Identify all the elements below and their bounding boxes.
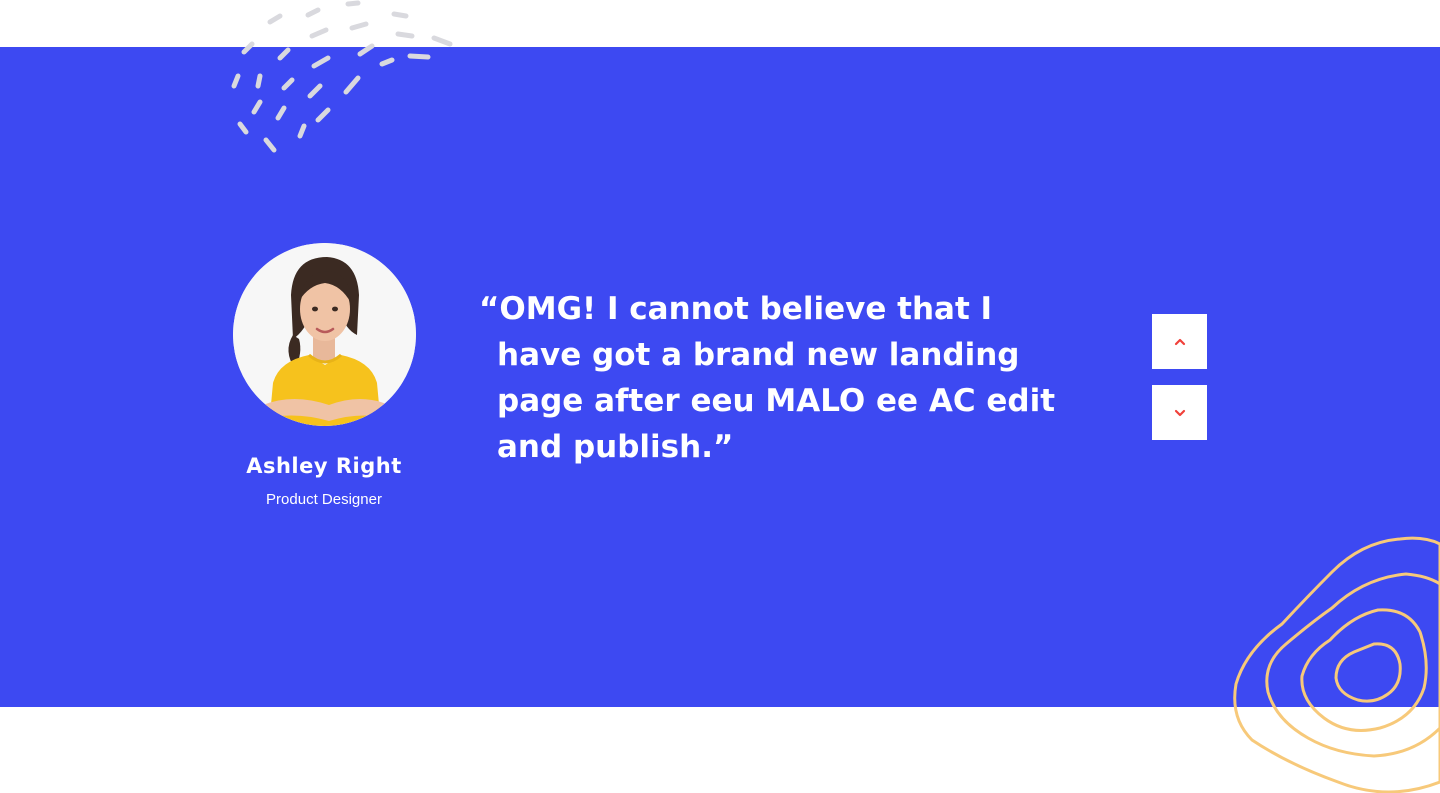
contour-lines-decoration	[1233, 536, 1440, 793]
chevron-up-icon	[1174, 338, 1185, 345]
testimonial-quote: “OMG! I cannot believe that I have got a…	[479, 291, 1056, 465]
previous-testimonial-button[interactable]	[1152, 314, 1207, 369]
dash-pattern-decoration	[231, 0, 453, 153]
author-role: Product Designer	[266, 491, 382, 508]
author-name: Ashley Right	[246, 454, 402, 478]
avatar	[233, 243, 416, 426]
chevron-down-icon	[1174, 409, 1185, 416]
person-photo-icon	[233, 243, 416, 426]
page: Ashley Right Product Designer “OMG! I ca…	[0, 0, 1440, 793]
next-testimonial-button[interactable]	[1152, 385, 1207, 440]
